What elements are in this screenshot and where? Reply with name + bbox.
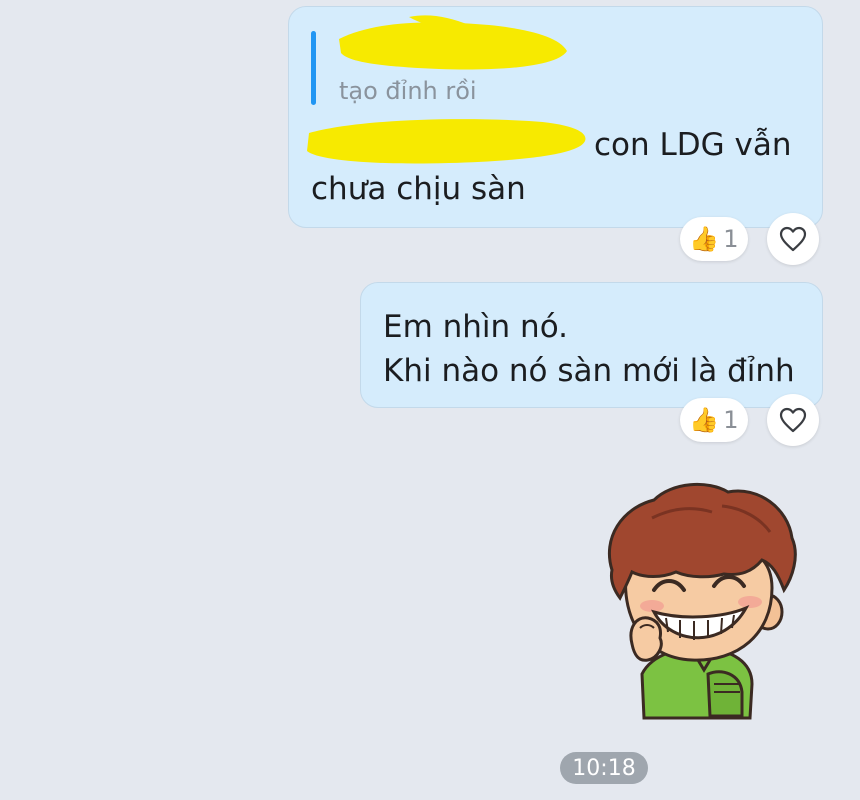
- message-text: Em nhìn nó. Khi nào nó sàn mới là đỉnh: [383, 305, 795, 393]
- reaction-count: 1: [723, 225, 739, 253]
- reaction-pill[interactable]: 👍 1: [680, 398, 748, 442]
- quote-preview-text: tạo đỉnh rồi: [339, 77, 477, 105]
- reaction-pill[interactable]: 👍 1: [680, 217, 748, 261]
- message-bubble-1[interactable]: tạo đỉnh rồi con LDG vẫn chưa chịu sàn: [288, 6, 823, 228]
- message-line-1: Em nhìn nó.: [383, 309, 568, 345]
- heart-react-button[interactable]: [767, 213, 819, 265]
- laughing-boy-sticker-icon[interactable]: [592, 478, 810, 722]
- reaction-count: 1: [723, 406, 739, 434]
- quote-bar: [311, 31, 316, 105]
- message-bubble-2[interactable]: Em nhìn nó. Khi nào nó sàn mới là đỉnh: [360, 282, 823, 408]
- thumbs-up-icon: 👍: [689, 225, 720, 253]
- heart-react-button[interactable]: [767, 394, 819, 446]
- message-line-1: con LDG vẫn: [594, 127, 792, 163]
- timestamp-badge: 10:18: [560, 752, 648, 784]
- heart-icon: [779, 407, 807, 433]
- redaction-scribble-quote-author: [339, 15, 567, 70]
- message-line-2: chưa chịu sàn: [311, 171, 526, 207]
- thumbs-up-icon: 👍: [689, 406, 720, 434]
- message-text: con LDG vẫn chưa chịu sàn: [311, 123, 792, 211]
- heart-icon: [779, 226, 807, 252]
- message-line-2: Khi nào nó sàn mới là đỉnh: [383, 353, 795, 389]
